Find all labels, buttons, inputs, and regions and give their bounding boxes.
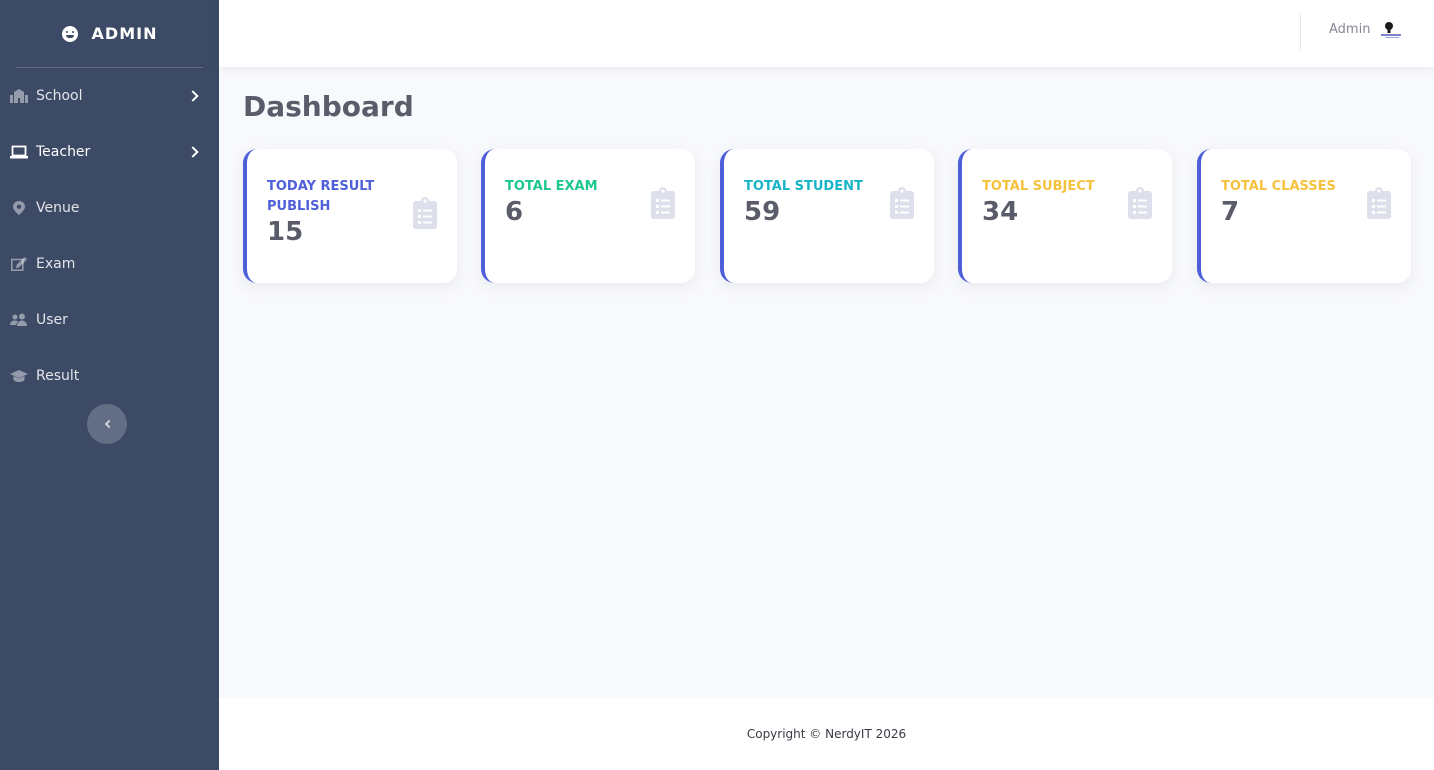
graduation-cap-icon [10,369,28,383]
sidebar-toggle-button[interactable] [87,404,127,444]
sidebar-nav: School Teacher Venue Exam User Result [0,68,219,404]
sidebar-item-exam[interactable]: Exam [0,236,219,292]
edit-icon [10,257,28,271]
card-value: 7 [1221,197,1240,227]
map-marker-icon [10,201,28,215]
card-label: TOTAL EXAM [505,179,598,194]
stat-card-total-student: TOTAL STUDENT 59 [720,149,934,283]
topbar-divider [1300,13,1301,51]
stat-card-total-exam: TOTAL EXAM 6 [481,149,695,283]
chevron-right-icon [187,90,199,102]
copyright-text: Copyright © NerdyIT 2026 [746,727,907,741]
stat-card-today-result: TODAY RESULT PUBLISH 15 [243,149,457,283]
card-value: 34 [982,197,1019,227]
card-label: TOTAL STUDENT [744,179,863,194]
page-title: Dashboard [243,90,414,123]
sidebar-brand[interactable]: ADMIN [0,0,219,67]
clipboard-list-icon [413,197,437,229]
card-value: 6 [505,197,524,227]
card-label: TOTAL CLASSES [1221,179,1336,194]
clipboard-list-icon [1128,187,1152,219]
clipboard-list-icon [1367,187,1391,219]
sidebar: ADMIN School Teacher Venue Exam User Res… [0,0,219,770]
sidebar-item-label: Venue [36,200,80,216]
sidebar-item-venue[interactable]: Venue [0,180,219,236]
stat-card-total-classes: TOTAL CLASSES 7 [1197,149,1411,283]
sidebar-item-label: User [36,312,68,328]
user-name[interactable]: Admin [1329,22,1370,37]
sidebar-item-label: School [36,88,83,104]
smile-icon [61,25,78,42]
clipboard-list-icon [890,187,914,219]
users-icon [10,313,28,327]
topbar: Admin [219,0,1434,67]
laptop-icon [10,145,28,159]
sidebar-item-teacher[interactable]: Teacher [0,124,219,180]
brand-title: ADMIN [91,24,158,43]
stat-card-total-subject: TOTAL SUBJECT 34 [958,149,1172,283]
clipboard-list-icon [651,187,675,219]
avatar[interactable] [1379,20,1403,40]
sidebar-item-label: Exam [36,256,76,272]
card-label: TOTAL SUBJECT [982,179,1095,194]
sidebar-item-user[interactable]: User [0,292,219,348]
sidebar-item-school[interactable]: School [0,68,219,124]
chevron-right-icon [187,146,199,158]
card-value: 59 [744,197,781,227]
card-label: TODAY RESULT PUBLISH [267,179,375,214]
sidebar-item-label: Teacher [36,144,91,160]
sidebar-item-result[interactable]: Result [0,348,219,404]
card-value: 15 [267,217,304,247]
sidebar-item-label: Result [36,368,80,384]
footer: Copyright © NerdyIT 2026 [219,698,1434,770]
school-icon [10,89,28,103]
chevron-left-icon [104,419,113,429]
